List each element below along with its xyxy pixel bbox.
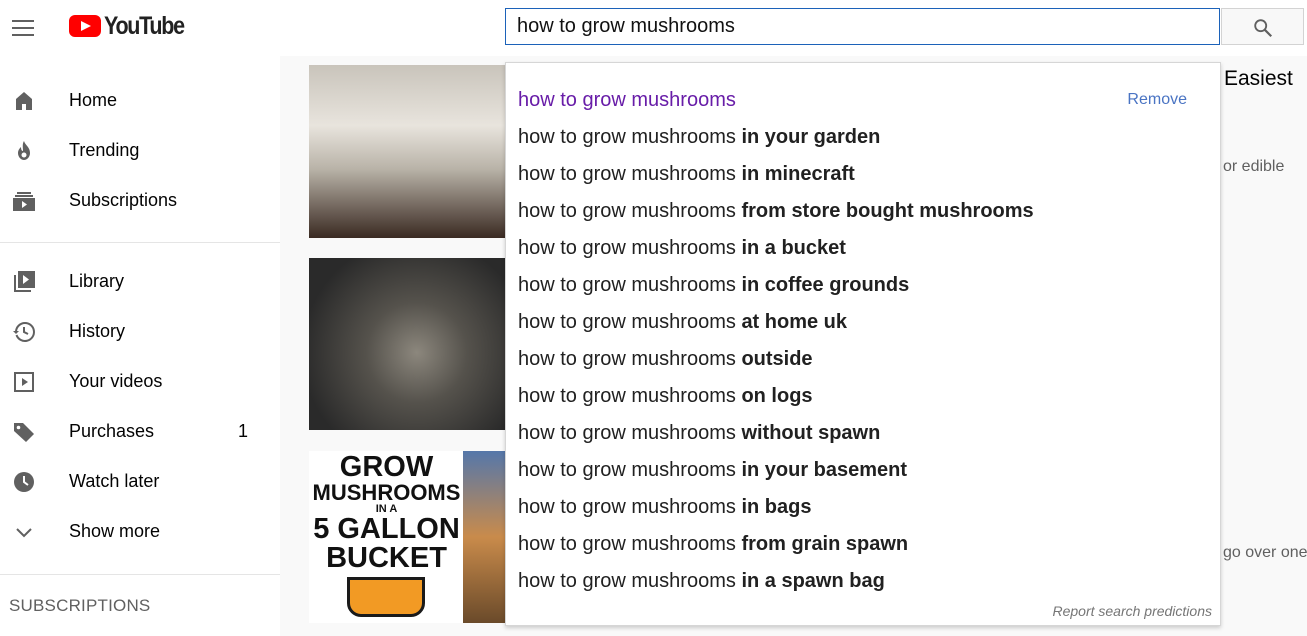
video-description: go over one [1223,544,1307,561]
history-icon [13,322,35,342]
sidebar-divider [0,242,280,243]
subscriptions-icon [13,192,35,211]
sidebar-item-your-videos[interactable]: Your videos [0,362,280,402]
suggestion-item[interactable]: how to grow mushrooms in a spawn bag [518,563,1208,600]
suggestion-item[interactable]: how to grow mushrooms in coffee grounds [518,267,1208,304]
video-thumbnail[interactable] [309,65,505,238]
sidebar-item-label: Home [69,90,118,110]
sidebar-item-library[interactable]: Library [0,262,280,302]
sidebar: Home Trending Subscriptions Library Hist… [0,56,280,636]
sidebar-item-trending[interactable]: Trending [0,131,280,171]
video-thumbnail[interactable] [309,258,505,430]
library-icon [14,271,35,292]
sidebar-item-label: Show more [69,521,161,541]
sidebar-item-label: Watch later [69,471,160,491]
sidebar-item-label: Trending [69,140,140,160]
suggestion-item[interactable]: how to grow mushrooms on logs [518,378,1208,415]
tag-icon [14,423,34,442]
report-search-predictions-link[interactable]: Report search predictions [1052,603,1212,619]
search-input[interactable] [517,9,1207,44]
suggestion-item[interactable]: how to grow mushrooms in bags [518,489,1208,526]
sidebar-item-purchases[interactable]: Purchases 1 [0,412,280,452]
suggestion-item[interactable]: how to grow mushrooms from grain spawn [518,526,1208,563]
remove-suggestion-link[interactable]: Remove [1127,91,1187,109]
sidebar-item-label: Your videos [69,371,163,391]
video-description: or edible [1223,158,1285,175]
sidebar-item-label: Purchases [69,421,155,441]
play-square-icon [14,372,34,392]
sidebar-item-show-more[interactable]: Show more [0,512,280,552]
suggestion-item[interactable]: how to grow mushrooms in a bucket [518,230,1208,267]
sidebar-item-label: History [69,321,126,341]
youtube-play-icon [69,15,101,37]
sidebar-item-history[interactable]: History [0,312,280,352]
search-button[interactable] [1221,8,1304,45]
masthead: YouTube [0,0,1307,56]
search-suggestions-dropdown: how to grow mushrooms Remove how to grow… [505,62,1221,626]
suggestion-item[interactable]: how to grow mushrooms without spawn [518,415,1208,452]
menu-icon[interactable] [10,14,38,42]
sidebar-item-label: Library [69,271,125,291]
suggestion-item[interactable]: how to grow mushrooms outside [518,341,1208,378]
logo-text: YouTube [104,12,185,40]
clock-icon [14,472,34,492]
sidebar-item-label: Subscriptions [69,190,178,210]
subscriptions-section-header: SUBSCRIPTIONS [9,596,151,615]
sidebar-item-watch-later[interactable]: Watch later [0,462,280,502]
suggestion-item[interactable]: how to grow mushrooms at home uk [518,304,1208,341]
sidebar-divider [0,574,280,575]
suggestion-item[interactable]: how to grow mushrooms in your basement [518,452,1208,489]
video-thumbnail-photo [463,451,505,623]
flame-icon [18,141,30,160]
purchases-count: 1 [238,421,249,441]
search-box[interactable] [505,8,1220,45]
sidebar-item-subscriptions[interactable]: Subscriptions [0,181,280,221]
suggestion-item[interactable]: how to grow mushrooms in your garden [518,119,1208,156]
search-icon [1254,19,1273,38]
suggestion-item[interactable]: how to grow mushrooms in minecraft [518,156,1208,193]
home-icon [16,92,32,110]
video-title[interactable]: Easiest [1224,67,1293,91]
thumbnail-title-text: GROW MUSHROOMS IN A 5 GALLON BUCKET [312,451,461,574]
suggestion-item-history[interactable]: how to grow mushrooms [518,82,1208,119]
bucket-graphic [347,577,425,617]
sidebar-item-home[interactable]: Home [0,81,280,121]
suggestion-item[interactable]: how to grow mushrooms from store bought … [518,193,1208,230]
chevron-down-icon [16,528,32,538]
